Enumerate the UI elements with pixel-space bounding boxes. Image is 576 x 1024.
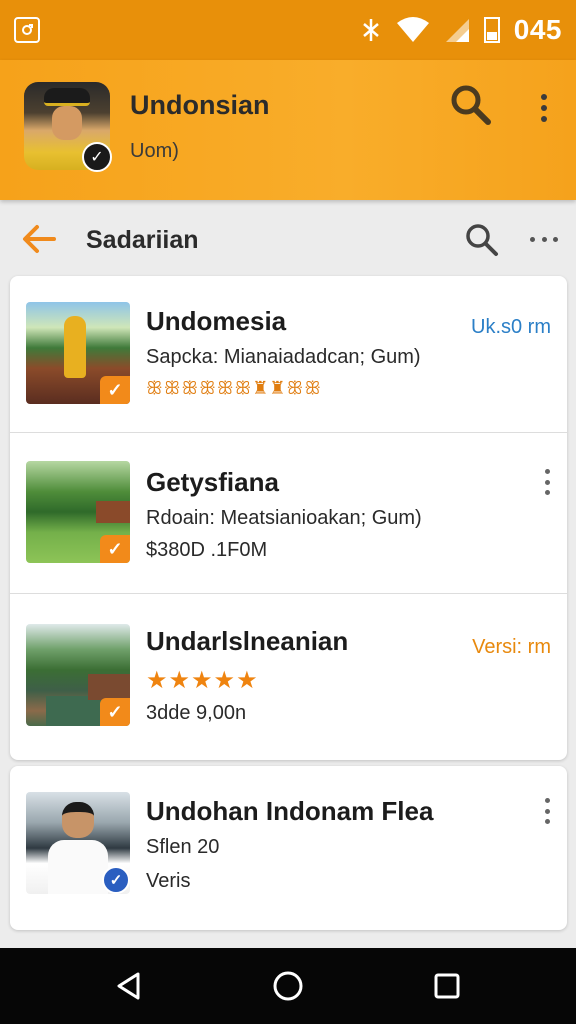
item-price: $380D .1F0M — [146, 539, 268, 561]
results-card: ✓ Undomesia Sapcka: Mianaiadadcan; Gum) … — [10, 276, 567, 760]
item-title: Undarlslneanian — [146, 626, 349, 656]
list-item[interactable]: ✓ Getysfiana Rdoain: Meatsianioakan; Gum… — [10, 433, 567, 593]
item-title: Undohan Indonam Flea — [146, 796, 434, 826]
verified-check-icon: ✓ — [82, 142, 112, 172]
star-icon: ★ — [191, 667, 214, 694]
item-thumbnail: ✓ — [26, 792, 130, 894]
statue-figure — [64, 316, 86, 378]
more-horiz-icon[interactable] — [530, 232, 558, 246]
check-badge-icon: ✓ — [100, 376, 130, 404]
more-vert-icon[interactable] — [543, 798, 551, 824]
hut-shape — [96, 501, 130, 523]
item-title: Undomesia — [146, 306, 287, 336]
list-item[interactable]: ✓ Undomesia Sapcka: Mianaiadadcan; Gum) … — [10, 276, 567, 432]
check-badge-icon: ✓ — [100, 535, 130, 563]
bluetooth-icon — [362, 19, 379, 41]
verified-check-icon: ✓ — [102, 866, 130, 894]
search-icon[interactable] — [448, 82, 494, 128]
toolbar-title: Sadariian — [86, 226, 199, 254]
item-thumbnail: ✓ — [26, 624, 130, 726]
back-arrow-icon[interactable] — [22, 224, 56, 254]
item-thumbnail: ✓ — [26, 461, 130, 563]
item-detail: Veris — [146, 870, 191, 892]
star-icon: ★ — [213, 667, 237, 694]
home-nav-icon[interactable] — [258, 956, 318, 1016]
item-detail: Rdoain: Meatsianioakan; Gum) — [146, 507, 422, 529]
check-badge-icon: ✓ — [100, 698, 130, 726]
item-tag[interactable]: Uk.s0 rm — [471, 316, 551, 339]
profile-card[interactable]: ✓ Undohan Indonam Flea Sflen 20 Veris — [10, 766, 567, 930]
notification-icon — [14, 17, 40, 43]
system-nav-bar — [0, 948, 576, 1024]
status-bar: 045 — [0, 0, 576, 60]
item-glyphs: ꕥꕥꕥꕥꕥꕥ♜♜ꕥꕥ — [146, 378, 322, 398]
star-icon: ★ — [168, 667, 192, 694]
person-head — [62, 802, 94, 838]
wifi-icon — [396, 17, 429, 42]
avatar-cap — [44, 88, 90, 106]
item-title: Getysfiana — [146, 467, 279, 497]
water-shape — [46, 696, 102, 726]
item-price: 3dde 9,00n — [146, 702, 247, 724]
list-item[interactable]: ✓ Undarlslneanian ★★★★★ 3dde 9,00n Versi… — [10, 594, 567, 760]
toolbar: Sadariian — [0, 204, 576, 272]
recents-nav-icon[interactable] — [417, 956, 477, 1016]
hut-shape — [88, 674, 130, 700]
item-thumbnail: ✓ — [26, 302, 130, 404]
header-title: Undonsian — [130, 90, 270, 120]
header-subtitle: Uom) — [130, 140, 179, 162]
item-tag[interactable]: Versi: rm — [472, 636, 551, 659]
rating-stars: ★★★★★ — [146, 666, 259, 695]
star-icon: ★ — [236, 667, 259, 694]
item-detail: Sapcka: Mianaiadadcan; Gum) — [146, 346, 421, 368]
avatar-face — [52, 106, 82, 140]
app-header: ✓ Undonsian Uom) — [0, 60, 576, 200]
search-icon[interactable] — [464, 222, 500, 258]
battery-icon — [483, 17, 500, 43]
star-icon: ★ — [146, 667, 169, 694]
more-vert-icon[interactable] — [530, 90, 558, 126]
person-body — [48, 840, 108, 894]
back-nav-icon[interactable] — [99, 956, 159, 1016]
more-vert-icon[interactable] — [543, 469, 551, 495]
signal-icon — [445, 19, 469, 42]
status-time: 045 — [513, 14, 562, 45]
item-detail: Sflen 20 — [146, 836, 220, 858]
